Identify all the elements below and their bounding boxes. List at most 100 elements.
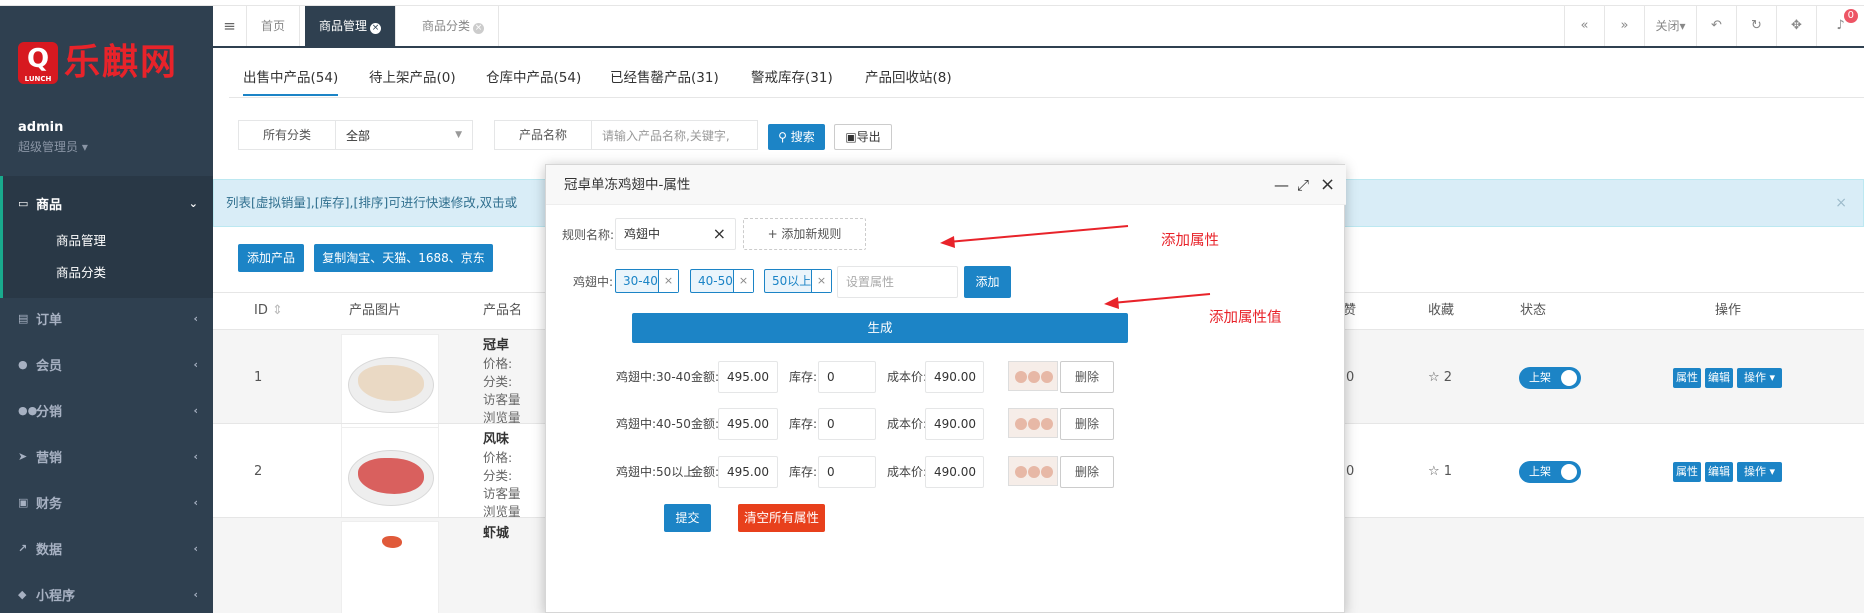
attr-value-input[interactable]: 设置属性 bbox=[837, 266, 958, 298]
status-toggle[interactable]: 上架 bbox=[1519, 461, 1581, 483]
tab-sold-out[interactable]: 已经售罄产品(31) bbox=[610, 66, 719, 96]
sku-name: 鸡翅中:50以上 bbox=[616, 465, 696, 479]
delete-sku-button[interactable]: 删除 bbox=[1060, 361, 1114, 393]
export-icon: ▣ bbox=[845, 130, 857, 144]
close-icon[interactable]: × bbox=[473, 23, 485, 34]
rule-name-input[interactable]: 鸡翅中 × bbox=[615, 218, 736, 250]
user-name: admin bbox=[18, 120, 64, 135]
sidebar-item-marketing[interactable]: ➤ 营销 ‹ bbox=[18, 446, 198, 466]
price-input[interactable]: 495.00 bbox=[718, 361, 778, 393]
col-id-header[interactable]: ID ⇕ bbox=[254, 293, 283, 329]
tab-on-sale[interactable]: 出售中产品(54) bbox=[243, 66, 339, 96]
submit-button[interactable]: 提交 bbox=[664, 504, 711, 532]
annotation-add-attr: 添加属性 bbox=[1161, 233, 1219, 249]
attr-button[interactable]: 属性 bbox=[1673, 462, 1701, 482]
sku-image[interactable] bbox=[1008, 408, 1058, 438]
cost-input[interactable]: 490.00 bbox=[925, 361, 984, 393]
clear-icon[interactable]: × bbox=[713, 219, 726, 249]
sidebar-item-goods[interactable]: ▭ 商品 ⌄ bbox=[18, 193, 198, 213]
fullscreen-icon[interactable]: ✥ bbox=[1776, 6, 1816, 46]
tab-home[interactable]: 首页 bbox=[247, 6, 301, 46]
stock-input[interactable]: 0 bbox=[818, 408, 876, 440]
stock-input[interactable]: 0 bbox=[818, 361, 876, 393]
sku-name: 鸡翅中:30-40 bbox=[616, 370, 691, 384]
add-product-button[interactable]: 添加产品 bbox=[238, 244, 304, 272]
remove-tag-icon[interactable]: × bbox=[811, 270, 831, 292]
tab-warehouse[interactable]: 仓库中产品(54) bbox=[486, 66, 581, 96]
chart-icon: ↗ bbox=[18, 541, 28, 555]
sidebar-item-finance[interactable]: ▣ 财务 ‹ bbox=[18, 492, 198, 512]
col-fav-header: 收藏 bbox=[1428, 303, 1455, 318]
bell-icon[interactable]: ♪ 0 bbox=[1816, 6, 1864, 46]
sidebar-item-data[interactable]: ↗ 数据 ‹ bbox=[18, 538, 198, 558]
clear-attrs-button[interactable]: 清空所有属性 bbox=[738, 504, 825, 532]
money-icon: ▣ bbox=[18, 495, 29, 509]
sidebar-item-label: 财务 bbox=[36, 496, 63, 512]
cost-label: 成本价: bbox=[887, 465, 928, 479]
rule-name-value: 鸡翅中 bbox=[624, 227, 661, 241]
close-tabs-dropdown[interactable]: 关闭▾ bbox=[1644, 6, 1696, 46]
sidebar-sub-goods-manage[interactable]: 商品管理 bbox=[56, 230, 106, 249]
name-search-input[interactable]: 请输入产品名称,关键字, bbox=[592, 127, 730, 144]
product-image bbox=[341, 427, 439, 525]
add-attr-button[interactable]: 添加 bbox=[964, 266, 1011, 298]
generate-button[interactable]: 生成 bbox=[632, 313, 1128, 343]
product-meta: 风味 价格: 分类: 访客量 浏览量 bbox=[483, 430, 521, 521]
sidebar-item-orders[interactable]: ▤ 订单 ‹ bbox=[18, 308, 198, 328]
attr-label: 鸡翅中: bbox=[573, 275, 614, 289]
delete-sku-button[interactable]: 删除 bbox=[1060, 456, 1114, 488]
category-select[interactable]: 所有分类 全部 ▼ bbox=[238, 120, 473, 150]
cost-input[interactable]: 490.00 bbox=[925, 456, 984, 488]
fav-value: 1 bbox=[1443, 464, 1453, 479]
price-input[interactable]: 495.00 bbox=[718, 408, 778, 440]
close-icon[interactable]: × bbox=[1835, 180, 1847, 226]
add-rule-button[interactable]: + 添加新规则 bbox=[743, 218, 866, 250]
stock-input[interactable]: 0 bbox=[818, 456, 876, 488]
product-name: 虾城 bbox=[483, 526, 510, 541]
sku-image[interactable] bbox=[1008, 361, 1058, 391]
user-role-dropdown[interactable]: 超级管理员 ▾ bbox=[18, 138, 88, 155]
sku-image[interactable] bbox=[1008, 456, 1058, 486]
cost-input[interactable]: 490.00 bbox=[925, 408, 984, 440]
maximize-icon[interactable]: ⤢ bbox=[1297, 165, 1309, 205]
edit-button[interactable]: 编辑 bbox=[1705, 368, 1733, 388]
edit-button[interactable]: 编辑 bbox=[1705, 462, 1733, 482]
header-label: ID bbox=[254, 303, 268, 318]
tab-goods-category[interactable]: 商品分类 × bbox=[408, 6, 500, 46]
status-toggle[interactable]: 上架 bbox=[1519, 367, 1581, 389]
search-button[interactable]: ⚲ 搜索 bbox=[768, 124, 825, 150]
price-input[interactable]: 495.00 bbox=[718, 456, 778, 488]
attr-tag: 50以上 × bbox=[764, 269, 832, 293]
remove-tag-icon[interactable]: × bbox=[733, 270, 753, 292]
col-name-header: 产品名 bbox=[483, 303, 523, 318]
sidebar-item-miniprogram[interactable]: ◆ 小程序 ‹ bbox=[18, 584, 198, 604]
stock-label: 库存: bbox=[789, 417, 818, 431]
export-button[interactable]: ▣导出 bbox=[834, 124, 892, 150]
delete-sku-button[interactable]: 删除 bbox=[1060, 408, 1114, 440]
copy-product-button[interactable]: 复制淘宝、天猫、1688、京东 bbox=[314, 244, 493, 272]
ops-dropdown[interactable]: 操作 ▾ bbox=[1737, 462, 1782, 482]
category-value: 全部 bbox=[346, 128, 371, 143]
close-icon[interactable]: × bbox=[370, 23, 382, 34]
scroll-left-icon[interactable]: « bbox=[1564, 6, 1604, 46]
tab-pending[interactable]: 待上架产品(0) bbox=[369, 66, 456, 96]
remove-tag-icon[interactable]: × bbox=[658, 270, 678, 292]
sidebar-sub-goods-category[interactable]: 商品分类 bbox=[56, 262, 106, 281]
attr-button[interactable]: 属性 bbox=[1673, 368, 1701, 388]
scroll-right-icon[interactable]: » bbox=[1604, 6, 1644, 46]
menu-toggle-icon[interactable]: ≡ bbox=[213, 6, 247, 46]
tab-recycle-bin[interactable]: 产品回收站(8) bbox=[865, 66, 952, 96]
sidebar-item-members[interactable]: ● 会员 ‹ bbox=[18, 354, 198, 374]
minimize-icon[interactable]: — bbox=[1274, 165, 1289, 205]
product-image bbox=[341, 334, 439, 432]
close-icon[interactable]: × bbox=[1320, 165, 1335, 205]
refresh-icon[interactable]: ↻ bbox=[1736, 6, 1776, 46]
sidebar-item-distribution[interactable]: ●● 分销 ‹ bbox=[18, 400, 198, 420]
tab-warning-stock[interactable]: 警戒库存(31) bbox=[751, 66, 833, 96]
tab-goods-manage[interactable]: 商品管理 × bbox=[305, 6, 397, 46]
name-search-group: 产品名称 请输入产品名称,关键字, bbox=[494, 120, 758, 150]
chevron-left-icon: ‹ bbox=[193, 311, 198, 325]
back-icon[interactable]: ↶ bbox=[1696, 6, 1736, 46]
ops-dropdown[interactable]: 操作 ▾ bbox=[1737, 368, 1782, 388]
image-blob bbox=[1015, 418, 1027, 430]
